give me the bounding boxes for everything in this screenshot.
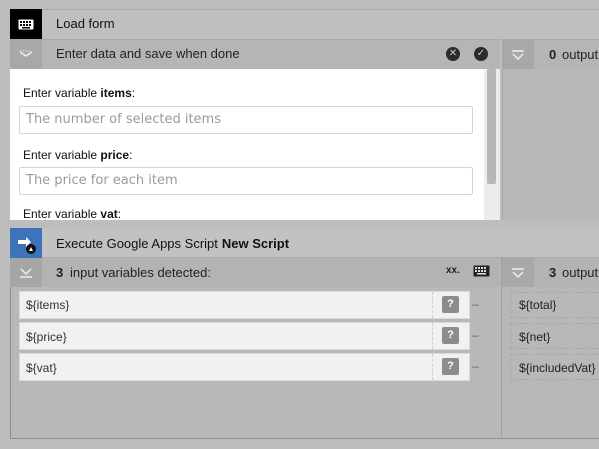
input-variable: ${price} (26, 330, 67, 344)
output-count: 0 (549, 47, 557, 62)
output-header: 0 output (502, 39, 599, 70)
arrow-right-icon (10, 228, 42, 258)
block-title: Load form (56, 16, 115, 31)
output-variable: ${net} (519, 330, 551, 344)
row-divider (432, 323, 433, 349)
row-dash: – (472, 359, 479, 373)
script-title: Execute Google Apps Script New Script (56, 236, 290, 251)
keyboard-icon[interactable] (473, 265, 490, 280)
keyboard-icon (10, 9, 42, 39)
output-count: 3 (549, 265, 557, 280)
column-divider (501, 258, 502, 438)
row-dash: – (472, 297, 479, 311)
items-input[interactable]: The number of selected items (19, 106, 473, 134)
output-variable: ${total} (519, 298, 557, 312)
input-toggle-icon[interactable] (10, 258, 42, 287)
output-panel (502, 69, 599, 220)
output-variable: ${includedVat} (519, 361, 596, 375)
field-label-items: Enter variable items: (23, 86, 136, 100)
input-row-price[interactable] (19, 322, 470, 350)
input-row-items[interactable] (19, 291, 470, 319)
input-row-vat[interactable] (19, 353, 470, 381)
save-button[interactable]: ✓ (474, 47, 488, 61)
output-label: output (562, 265, 599, 280)
divider (0, 220, 599, 228)
input-label: input variables detected: (70, 265, 211, 280)
output-label: output (562, 47, 599, 62)
outputs-subheader: 3 output (502, 258, 599, 287)
price-input[interactable]: The price for each item (19, 167, 473, 195)
output-toggle-icon[interactable] (502, 258, 534, 287)
help-button[interactable]: ? (442, 327, 459, 344)
script-name[interactable]: New Script (222, 236, 289, 251)
help-button[interactable]: ? (442, 358, 459, 375)
cancel-button[interactable]: ✕ (446, 47, 460, 61)
form-instructions: Enter data and save when done (56, 46, 240, 61)
format-button[interactable]: xx. (446, 265, 460, 276)
row-divider (432, 292, 433, 318)
input-variable: ${vat} (26, 361, 57, 375)
input-variable: ${items} (26, 298, 70, 312)
help-button[interactable]: ? (442, 296, 459, 313)
row-divider (432, 354, 433, 380)
output-toggle-icon[interactable] (502, 40, 534, 70)
input-count: 3 (56, 265, 64, 280)
row-dash: – (472, 328, 479, 342)
field-label-price: Enter variable price: (23, 148, 133, 162)
scrollbar-thumb[interactable] (487, 69, 496, 184)
field-label-vat: Enter variable vat: (23, 207, 122, 221)
collapse-icon[interactable] (10, 39, 42, 69)
